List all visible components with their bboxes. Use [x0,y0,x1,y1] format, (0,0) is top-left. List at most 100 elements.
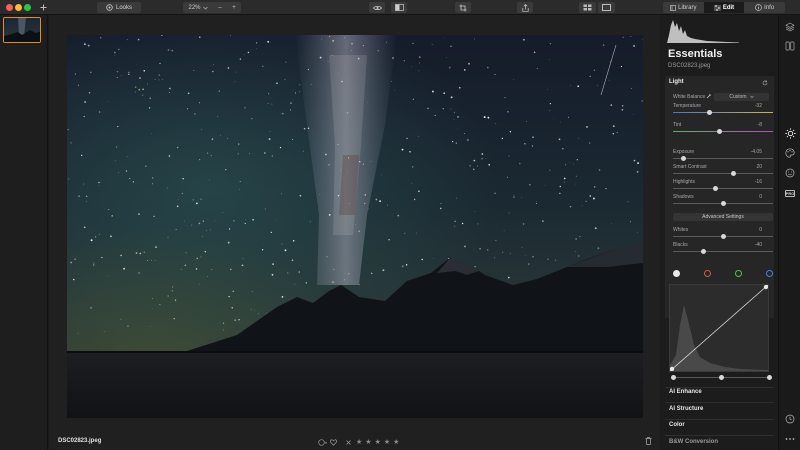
slider-track[interactable] [673,129,773,134]
minimize-window-button[interactable] [15,4,22,11]
slider-track[interactable] [673,234,773,239]
looks-button[interactable]: Looks [97,2,141,13]
slider-knob[interactable] [716,129,722,134]
face-icon [785,168,795,178]
zoom-value: 22% [188,4,201,11]
curve-channel-red[interactable] [704,270,711,277]
star-4-icon[interactable]: ★ [384,439,390,446]
section-color[interactable]: Color [669,422,685,428]
divider [665,387,774,388]
zoom-window-button[interactable] [24,4,31,11]
curve-channel-rgb[interactable] [673,270,680,277]
tab-library-label: Library [678,4,697,11]
slider-knob[interactable] [720,234,726,239]
zoom-dropdown[interactable]: 22% [183,2,213,13]
share-icon [521,3,529,12]
split-view-icon [785,41,795,51]
portrait-tool-button[interactable] [784,167,796,179]
tab-info[interactable]: Info [744,2,785,13]
tab-edit[interactable]: Edit [703,2,745,13]
tab-library[interactable]: Library [663,2,704,13]
more-button[interactable] [784,433,796,445]
crop-button[interactable] [455,2,471,13]
star-2-icon[interactable]: ★ [365,439,371,446]
panel-scroll[interactable]: Essentials DSC02823.jpeg Light White Bal… [661,15,778,450]
tab-edit-label: Edit [722,4,735,11]
slider-value[interactable]: -8 [758,122,762,128]
delete-button[interactable] [645,437,652,447]
slider-knob[interactable] [720,201,726,206]
section-ai-enhance[interactable]: AI Enhance [669,389,702,395]
slider-value[interactable]: 20 [756,164,762,170]
compare-button[interactable] [391,2,407,13]
levels-white-knob[interactable] [766,375,772,380]
slider-label: Smart Contrast [673,164,707,170]
section-bw-conversion[interactable]: B&W Conversion [669,439,718,445]
levels-black-knob[interactable] [670,375,676,380]
color-label-icon[interactable] [318,438,327,446]
divider [665,419,774,420]
creative-tool-button[interactable] [784,147,796,159]
slider-knob[interactable] [680,156,686,161]
light-header[interactable]: Light [669,79,684,85]
slider-track[interactable] [673,156,773,161]
reject-icon[interactable] [345,439,353,446]
levels-mid-knob[interactable] [718,375,724,380]
white-balance-label: White Balance [673,94,706,100]
preview-button[interactable] [369,2,385,13]
white-balance-value: Custom [729,94,747,100]
add-button[interactable] [37,2,49,13]
slider-value[interactable]: -4.05 [751,149,762,155]
curve-channel-green[interactable] [735,270,742,277]
star-5-icon[interactable]: ★ [393,439,399,446]
star-1-icon[interactable]: ★ [356,439,362,446]
reset-icon[interactable] [762,80,768,86]
slider-value[interactable]: 0 [759,227,762,233]
slider-value[interactable]: 0 [759,194,762,200]
zoom-out-button[interactable]: – [213,2,227,13]
panel-filename: DSC02823.jpeg [668,63,711,69]
canvas-filename: DSC02823.jpeg [58,438,102,444]
zoom-control: 22% – + [183,2,241,13]
curve-channel-blue[interactable] [766,270,773,277]
advanced-settings-button[interactable]: Advanced Settings [673,213,773,221]
slider-track[interactable] [673,186,773,191]
slider-track[interactable] [673,171,773,176]
zoom-in-button[interactable]: + [227,2,241,13]
history-button[interactable] [784,413,796,425]
star-3-icon[interactable]: ★ [375,439,381,446]
essentials-tool-button[interactable] [784,127,796,139]
slider-label: Tint [673,122,682,128]
slider-value[interactable]: -40 [755,242,762,248]
share-button[interactable] [517,2,533,13]
thumbnail-image [4,18,40,42]
library-icon [670,4,677,11]
slider-track[interactable] [673,249,773,254]
section-ai-structure[interactable]: AI Structure [669,406,703,412]
tone-curve[interactable] [669,284,769,372]
image-canvas[interactable] [49,15,660,450]
layers-button[interactable] [784,21,796,33]
slider-knob[interactable] [700,249,706,254]
eyedropper-icon[interactable] [706,93,712,99]
top-toolbar: Looks 22% – + Library Edit Info [0,0,800,15]
palette-icon [785,148,795,158]
slider-value[interactable]: -16 [755,179,762,185]
grid-view-button[interactable] [579,2,596,13]
photo-thumbnail[interactable] [3,17,41,43]
heart-icon[interactable] [330,438,337,446]
more-icon [785,438,795,440]
curve-levels-slider[interactable] [670,375,772,380]
single-view-button[interactable] [598,2,615,13]
slider-value[interactable]: -32 [755,103,762,109]
compare-panel-button[interactable] [784,40,796,52]
white-balance-dropdown[interactable]: Custom [714,93,769,101]
pro-tools-button[interactable]: PRO [785,190,795,197]
slider-knob[interactable] [712,186,718,191]
photo-preview[interactable] [67,35,643,418]
slider-knob[interactable] [706,110,712,115]
slider-track[interactable] [673,110,773,115]
slider-knob[interactable] [730,171,736,176]
close-window-button[interactable] [6,4,13,11]
slider-track[interactable] [673,201,773,206]
